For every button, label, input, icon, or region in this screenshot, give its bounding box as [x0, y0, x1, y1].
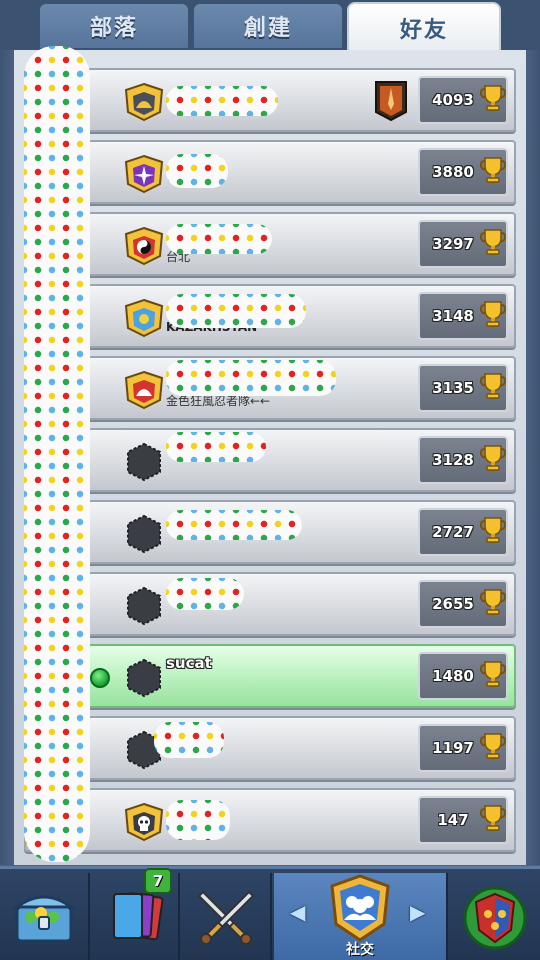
player-name: sucat [166, 654, 212, 672]
friend-row[interactable]: 147 [24, 788, 516, 852]
privacy-mask [154, 722, 224, 758]
trophy-value: 1480 [432, 667, 474, 685]
trophy-count: 3135 [418, 364, 508, 412]
privacy-mask [166, 154, 228, 188]
friend-row[interactable]: 2655 [24, 572, 516, 636]
online-status-icon [90, 668, 110, 688]
trophy-value: 4093 [432, 91, 474, 109]
tab-friends[interactable]: 好友 [347, 2, 501, 52]
privacy-mask [166, 86, 278, 116]
nav-shop[interactable] [0, 873, 90, 960]
tab-clan[interactable]: 部落 [38, 2, 190, 50]
tab-create[interactable]: 創建 [192, 2, 344, 50]
social-icon [330, 874, 390, 942]
trophy-value: 147 [437, 811, 469, 829]
trophy-icon [476, 588, 507, 620]
trophy-count: 2727 [418, 508, 508, 556]
trophy-icon [476, 732, 507, 764]
friend-row[interactable]: 1197 [24, 716, 516, 780]
swords-icon [197, 890, 255, 945]
trophy-value: 2655 [432, 595, 474, 613]
tournament-icon [463, 886, 527, 950]
card-count-badge: 7 [144, 868, 172, 894]
trophy-value: 3880 [432, 163, 474, 181]
trophy-count: 3880 [418, 148, 508, 196]
privacy-mask-left [24, 46, 90, 862]
trophy-value: 3128 [432, 451, 474, 469]
trophy-count: 1197 [418, 724, 508, 772]
privacy-mask [166, 360, 336, 396]
privacy-mask [166, 224, 272, 254]
friend-row[interactable]: 台北 3297 [24, 212, 516, 276]
friend-row[interactable]: KAZAKHSTAN3148 [24, 284, 516, 348]
friend-row[interactable]: 3128 [24, 428, 516, 492]
trophy-icon [476, 228, 507, 260]
trophy-icon [476, 804, 507, 836]
nav-battle[interactable] [182, 873, 272, 960]
chest-icon [12, 895, 76, 943]
nav-right-arrow-icon[interactable]: ▶ [410, 900, 425, 924]
trophy-count: 4093 [418, 76, 508, 124]
privacy-mask [166, 294, 306, 328]
friend-row[interactable]: 2727 [24, 500, 516, 564]
nav-left-arrow-icon[interactable]: ◀ [290, 900, 305, 924]
bottom-nav: 社交 [0, 866, 540, 960]
trophy-icon [476, 372, 507, 404]
privacy-mask [166, 800, 230, 840]
nav-tournament[interactable] [450, 873, 540, 960]
trophy-icon [476, 156, 507, 188]
trophy-icon [476, 84, 507, 116]
trophy-count: 147 [418, 796, 508, 844]
trophy-value: 3135 [432, 379, 474, 397]
friend-row[interactable]: 3880 [24, 140, 516, 204]
trophy-value: 2727 [432, 523, 474, 541]
trophy-count: 1480 [418, 652, 508, 700]
friend-row-self[interactable]: sucat 1480 [24, 644, 516, 708]
trophy-count: 3128 [418, 436, 508, 484]
tab-bar: 部落 創建 好友 [0, 0, 540, 52]
trophy-icon [476, 660, 507, 692]
trophy-icon [476, 444, 507, 476]
trophy-count: 3297 [418, 220, 508, 268]
trophy-icon [476, 300, 507, 332]
friend-row[interactable]: 4093 [24, 68, 516, 132]
trophy-count: 2655 [418, 580, 508, 628]
trophy-value: 1197 [432, 739, 474, 757]
friend-row[interactable]: 金色狂風忍者隊←← 3135 [24, 356, 516, 420]
trophy-count: 3148 [418, 292, 508, 340]
trophy-value: 3148 [432, 307, 474, 325]
trophy-icon [476, 516, 507, 548]
privacy-mask [166, 578, 244, 610]
trophy-value: 3297 [432, 235, 474, 253]
privacy-mask [166, 432, 266, 462]
nav-social-label: 社交 [346, 942, 374, 958]
privacy-mask [166, 510, 302, 540]
